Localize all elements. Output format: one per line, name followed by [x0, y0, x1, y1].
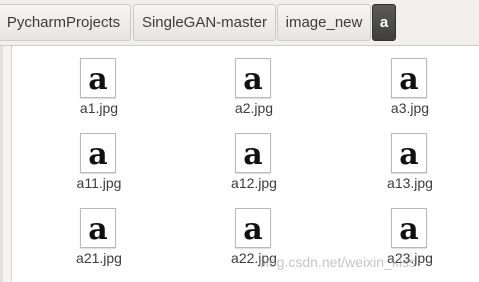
sidebar — [0, 46, 12, 282]
thumbnail-glyph: a — [243, 212, 262, 247]
thumbnail-glyph: a — [399, 62, 418, 97]
file-name: a11.jpg — [76, 175, 122, 191]
file-item[interactable]: a a13.jpg — [360, 121, 460, 191]
breadcrumb-pycharmprojects[interactable]: PycharmProjects — [0, 4, 131, 41]
file-item[interactable]: a a2.jpg — [204, 46, 304, 116]
thumbnail-glyph: a — [399, 212, 418, 247]
breadcrumb-image-new[interactable]: image_new — [277, 4, 371, 41]
thumbnail-glyph: a — [88, 137, 107, 172]
path-bar: PycharmProjects SingleGAN-master image_n… — [0, 0, 479, 46]
file-name: a1.jpg — [79, 100, 119, 116]
image-thumbnail[interactable]: a — [391, 133, 427, 173]
image-thumbnail[interactable]: a — [235, 208, 271, 248]
image-thumbnail[interactable]: a — [235, 133, 271, 173]
file-name: a2.jpg — [234, 100, 274, 116]
image-thumbnail[interactable]: a — [80, 208, 116, 248]
image-thumbnail[interactable]: a — [80, 58, 116, 98]
file-item[interactable]: a a21.jpg — [49, 196, 149, 266]
image-thumbnail[interactable]: a — [235, 58, 271, 98]
breadcrumb-singlegan-master[interactable]: SingleGAN-master — [133, 4, 276, 41]
thumbnail-glyph: a — [243, 62, 262, 97]
file-name: a13.jpg — [387, 175, 433, 191]
file-item[interactable]: a a3.jpg — [360, 46, 460, 116]
thumbnail-glyph: a — [88, 212, 107, 247]
file-name: a21.jpg — [76, 250, 122, 266]
file-grid: a a1.jpg a a2.jpg a a3.jpg a a11.jpg a a… — [12, 46, 479, 282]
image-thumbnail[interactable]: a — [391, 208, 427, 248]
image-thumbnail[interactable]: a — [391, 58, 427, 98]
image-thumbnail[interactable]: a — [80, 133, 116, 173]
thumbnail-glyph: a — [399, 137, 418, 172]
file-item[interactable]: a a1.jpg — [49, 46, 149, 116]
file-item[interactable]: a a11.jpg — [49, 121, 149, 191]
file-name: a3.jpg — [390, 100, 430, 116]
file-name: a12.jpg — [231, 175, 277, 191]
thumbnail-glyph: a — [243, 137, 262, 172]
watermark: blog.csdn.net/weixin_kiss — [258, 254, 416, 270]
thumbnail-glyph: a — [88, 62, 107, 97]
file-item[interactable]: a a12.jpg — [204, 121, 304, 191]
sidebar-edge — [0, 46, 3, 282]
breadcrumb-a-current[interactable]: a — [372, 4, 396, 41]
